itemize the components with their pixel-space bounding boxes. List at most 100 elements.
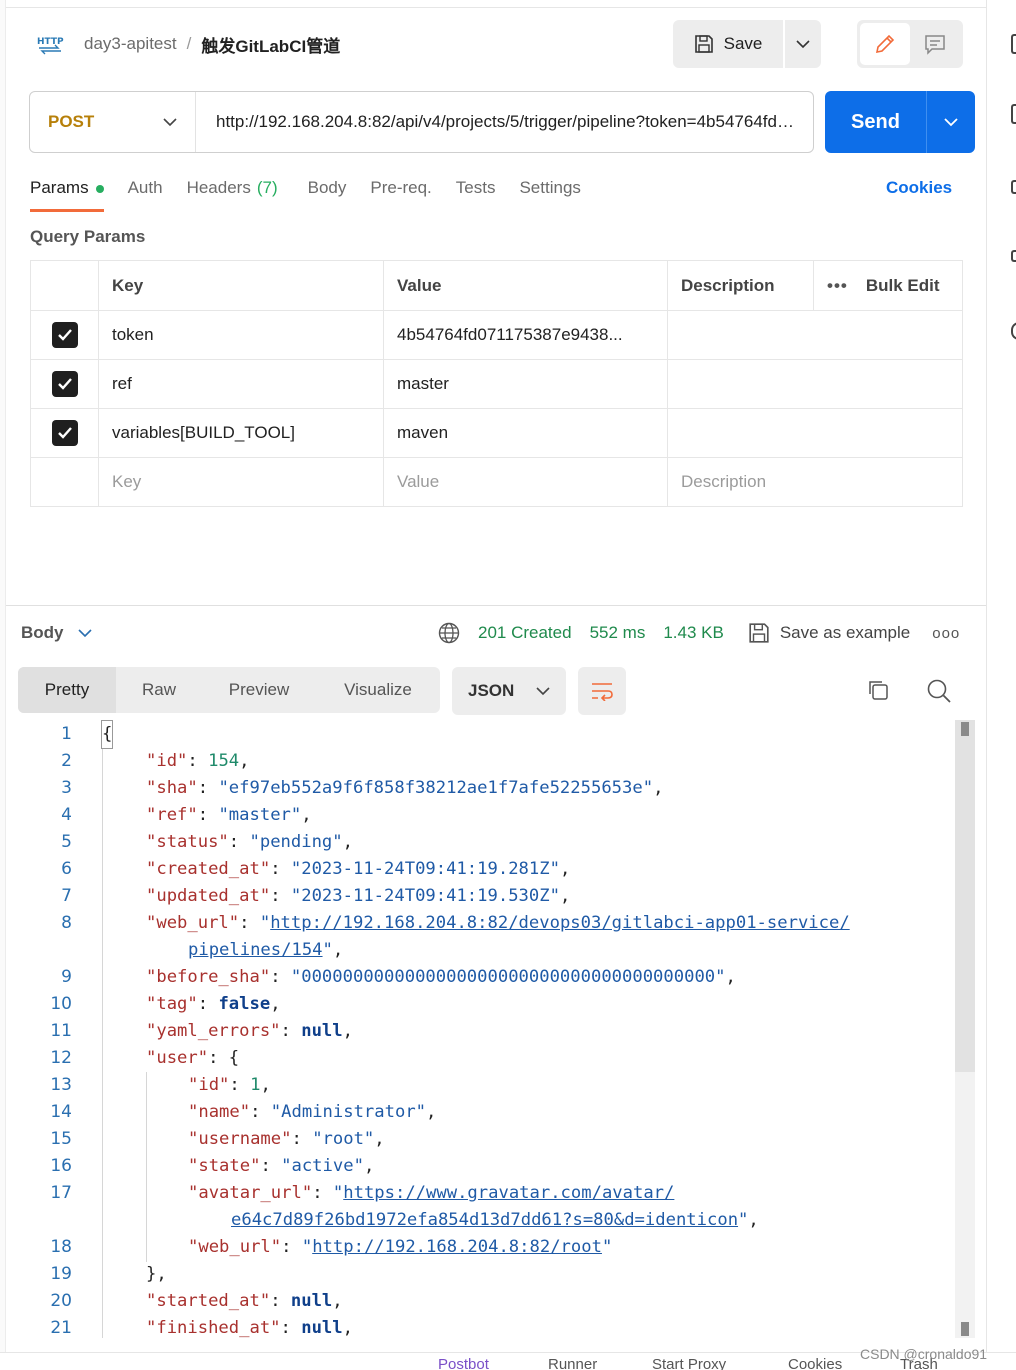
pencil-icon (875, 34, 895, 54)
param-key[interactable]: ref (98, 359, 384, 409)
save-icon (749, 623, 769, 643)
param-description[interactable] (667, 408, 963, 458)
pane-divider[interactable] (6, 605, 986, 606)
response-header: Body 201 Created 552 ms 1.43 KB Save as … (21, 618, 976, 648)
cookies-link[interactable]: Cookies (886, 178, 952, 198)
more-options-icon[interactable]: ooo (932, 625, 960, 642)
line-number: 2 (61, 751, 72, 771)
documentation-icon[interactable] (1011, 34, 1016, 54)
table-row: token 4b54764fd071175387e9438... (30, 310, 963, 360)
copy-icon[interactable] (866, 678, 890, 707)
tab-tests[interactable]: Tests (456, 172, 496, 212)
code-scrollbar[interactable] (955, 720, 975, 1338)
chevron-down-icon (796, 39, 810, 48)
response-code-viewer[interactable]: 1 { 2 "id": 154, 3 "sha": "ef97eb552a9f6f85… (18, 720, 954, 1338)
new-param-description[interactable]: Description (667, 457, 963, 507)
line-number: 18 (50, 1237, 72, 1257)
tab-prereq[interactable]: Pre-req. (370, 172, 431, 212)
param-value[interactable]: 4b54764fd071175387e9438... (383, 310, 668, 360)
column-header-key: Key (98, 260, 384, 311)
tab-auth[interactable]: Auth (128, 172, 163, 212)
view-tab-pretty[interactable]: Pretty (18, 667, 116, 713)
send-dropdown-button[interactable] (927, 91, 975, 153)
param-key[interactable]: token (98, 310, 384, 360)
more-options-icon[interactable]: ••• (827, 276, 848, 295)
globe-icon[interactable] (438, 622, 460, 644)
request-name[interactable]: 触发GitLabCI管道 (201, 32, 340, 57)
table-row-empty: Key Value Description (30, 457, 963, 507)
save-dropdown-button[interactable] (785, 20, 821, 68)
breadcrumb-collection[interactable]: day3-apitest (84, 34, 177, 54)
param-checkbox[interactable] (51, 371, 78, 397)
new-param-value[interactable]: Value (383, 457, 668, 507)
line-number: 19 (50, 1264, 72, 1284)
save-button[interactable]: Save (673, 20, 783, 68)
format-select[interactable]: JSON (452, 667, 566, 715)
scroll-down-arrow[interactable] (961, 1322, 969, 1336)
view-tab-raw[interactable]: Raw (116, 667, 202, 713)
related-icon[interactable] (1011, 250, 1016, 262)
info-icon[interactable] (1011, 322, 1016, 340)
tab-label: Params (30, 178, 89, 197)
status-cookies[interactable]: Cookies (788, 1356, 842, 1370)
send-button[interactable]: Send (825, 91, 927, 153)
comments-icon[interactable] (1011, 104, 1016, 124)
param-value[interactable]: master (383, 359, 668, 409)
tab-body[interactable]: Body (308, 172, 347, 212)
tab-label: Pre-req. (370, 178, 432, 197)
status-postbot[interactable]: Postbot (438, 1356, 489, 1370)
url-input[interactable]: http://192.168.204.8:82/api/v4/projects/… (196, 112, 813, 132)
edit-mode-button[interactable] (860, 23, 910, 65)
code-line-14: "name": "Administrator", (188, 1102, 437, 1122)
status-runner[interactable]: Runner (548, 1356, 597, 1370)
tab-label: Tests (455, 178, 496, 197)
table-header-row: Key Value Description ••• Bulk Edit (30, 260, 963, 311)
code-icon[interactable] (1011, 180, 1016, 194)
new-param-key[interactable]: Key (98, 457, 384, 507)
response-time[interactable]: 552 ms (590, 623, 646, 643)
bulk-edit-button[interactable]: Bulk Edit (866, 276, 940, 295)
chevron-down-icon[interactable] (77, 628, 92, 638)
wrap-lines-button[interactable] (578, 667, 626, 715)
code-line-13: "id": 1, (188, 1075, 271, 1095)
view-tab-visualize[interactable]: Visualize (316, 667, 440, 713)
param-checkbox[interactable] (51, 322, 78, 348)
status-code[interactable]: 201 Created (478, 623, 572, 643)
param-value[interactable]: maven (383, 408, 668, 458)
view-tab-preview[interactable]: Preview (202, 667, 316, 713)
right-sidebar-rail (986, 0, 1016, 1370)
save-as-example-button[interactable]: Save as example (748, 622, 910, 644)
code-line-20: "started_at": null, (146, 1291, 343, 1311)
scroll-thumb[interactable] (955, 720, 975, 1072)
search-icon[interactable] (926, 678, 952, 709)
mode-toggle (857, 20, 963, 68)
tab-headers[interactable]: Headers (7) (187, 172, 278, 212)
chevron-down-icon (163, 117, 177, 126)
code-line-21: "finished_at": null, (146, 1318, 353, 1338)
checkbox-cell (30, 310, 99, 360)
line-number: 4 (61, 805, 72, 825)
tab-label: Auth (127, 178, 163, 197)
window-top-strip (0, 0, 1016, 8)
request-url-bar: POST http://192.168.204.8:82/api/v4/proj… (29, 91, 814, 153)
response-body-label[interactable]: Body (21, 623, 64, 643)
param-description[interactable] (667, 359, 963, 409)
save-group: Save (673, 20, 821, 68)
code-line-3: "sha": "ef97eb552a9f6f858f38212ae1f7afe5… (146, 778, 664, 798)
response-size[interactable]: 1.43 KB (663, 623, 724, 643)
tab-params[interactable]: Params (30, 172, 104, 212)
request-tabs: Params Auth Headers (7) Body Pre-req. Te… (30, 172, 960, 212)
param-key[interactable]: variables[BUILD_TOOL] (98, 408, 384, 458)
param-checkbox[interactable] (51, 420, 78, 446)
code-line-5: "status": "pending", (146, 832, 353, 852)
param-description[interactable] (667, 310, 963, 360)
line-number: 3 (61, 778, 72, 798)
tab-settings[interactable]: Settings (519, 172, 580, 212)
response-view-tabs: Pretty Raw Preview Visualize (18, 667, 440, 713)
scroll-up-arrow[interactable] (961, 722, 969, 736)
comment-mode-button[interactable] (910, 23, 960, 65)
method-select[interactable]: POST (30, 92, 196, 152)
left-gutter (0, 0, 6, 1370)
bulk-edit-cell: ••• Bulk Edit (813, 260, 963, 311)
status-start-proxy[interactable]: Start Proxy (652, 1356, 726, 1370)
